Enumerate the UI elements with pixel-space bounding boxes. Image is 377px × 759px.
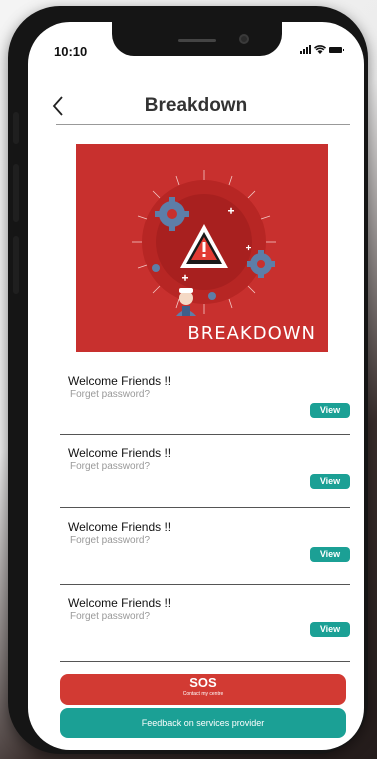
view-button[interactable]: View [310, 622, 350, 637]
wifi-icon [314, 45, 326, 54]
status-time: 10:10 [54, 44, 88, 59]
item-title: Welcome Friends !! [68, 374, 172, 388]
sos-button[interactable]: SOS Contact my centre [60, 674, 346, 705]
item-title: Welcome Friends !! [68, 446, 172, 460]
item-subtitle: Forget password? [70, 611, 151, 622]
mute-switch [13, 112, 19, 144]
volume-up-button [13, 164, 19, 222]
list-item[interactable]: Welcome Friends !! Forget password? [68, 520, 350, 546]
header-divider [56, 124, 350, 125]
breakdown-banner: BREAKDOWN [76, 144, 328, 352]
signal-icon [300, 45, 311, 54]
item-title: Welcome Friends !! [68, 596, 172, 610]
banner-label: BREAKDOWN [187, 323, 316, 344]
view-button[interactable]: View [310, 403, 350, 418]
item-subtitle: Forget password? [70, 535, 151, 546]
list-item[interactable]: Welcome Friends !! Forget password? [68, 374, 350, 400]
speaker [178, 39, 216, 42]
phone-frame: 10:10 Breakdown BREAKDOWN Welcome Friend… [8, 6, 368, 754]
divider [60, 434, 350, 435]
item-subtitle: Forget password? [70, 461, 151, 472]
list-item[interactable]: Welcome Friends !! Forget password? [68, 596, 350, 622]
gear-icon [208, 292, 216, 300]
item-title: Welcome Friends !! [68, 520, 172, 534]
feedback-button[interactable]: Feedback on services provider [60, 708, 346, 738]
screen: 10:10 Breakdown BREAKDOWN Welcome Friend… [28, 22, 364, 750]
page-title: Breakdown [144, 95, 248, 116]
gear-icon [152, 264, 160, 272]
sos-label: SOS [189, 675, 217, 690]
status-icons [300, 45, 344, 54]
breakdown-illustration [132, 170, 276, 316]
view-button[interactable]: View [310, 474, 350, 489]
divider [60, 584, 350, 585]
item-subtitle: Forget password? [70, 389, 151, 400]
divider [60, 507, 350, 508]
front-camera [239, 34, 249, 44]
sos-sublabel: Contact my centre [182, 691, 224, 697]
view-button[interactable]: View [310, 547, 350, 562]
divider [60, 661, 350, 662]
battery-icon [329, 46, 344, 53]
notch [112, 22, 282, 56]
list-item[interactable]: Welcome Friends !! Forget password? [68, 446, 350, 472]
volume-down-button [13, 236, 19, 294]
